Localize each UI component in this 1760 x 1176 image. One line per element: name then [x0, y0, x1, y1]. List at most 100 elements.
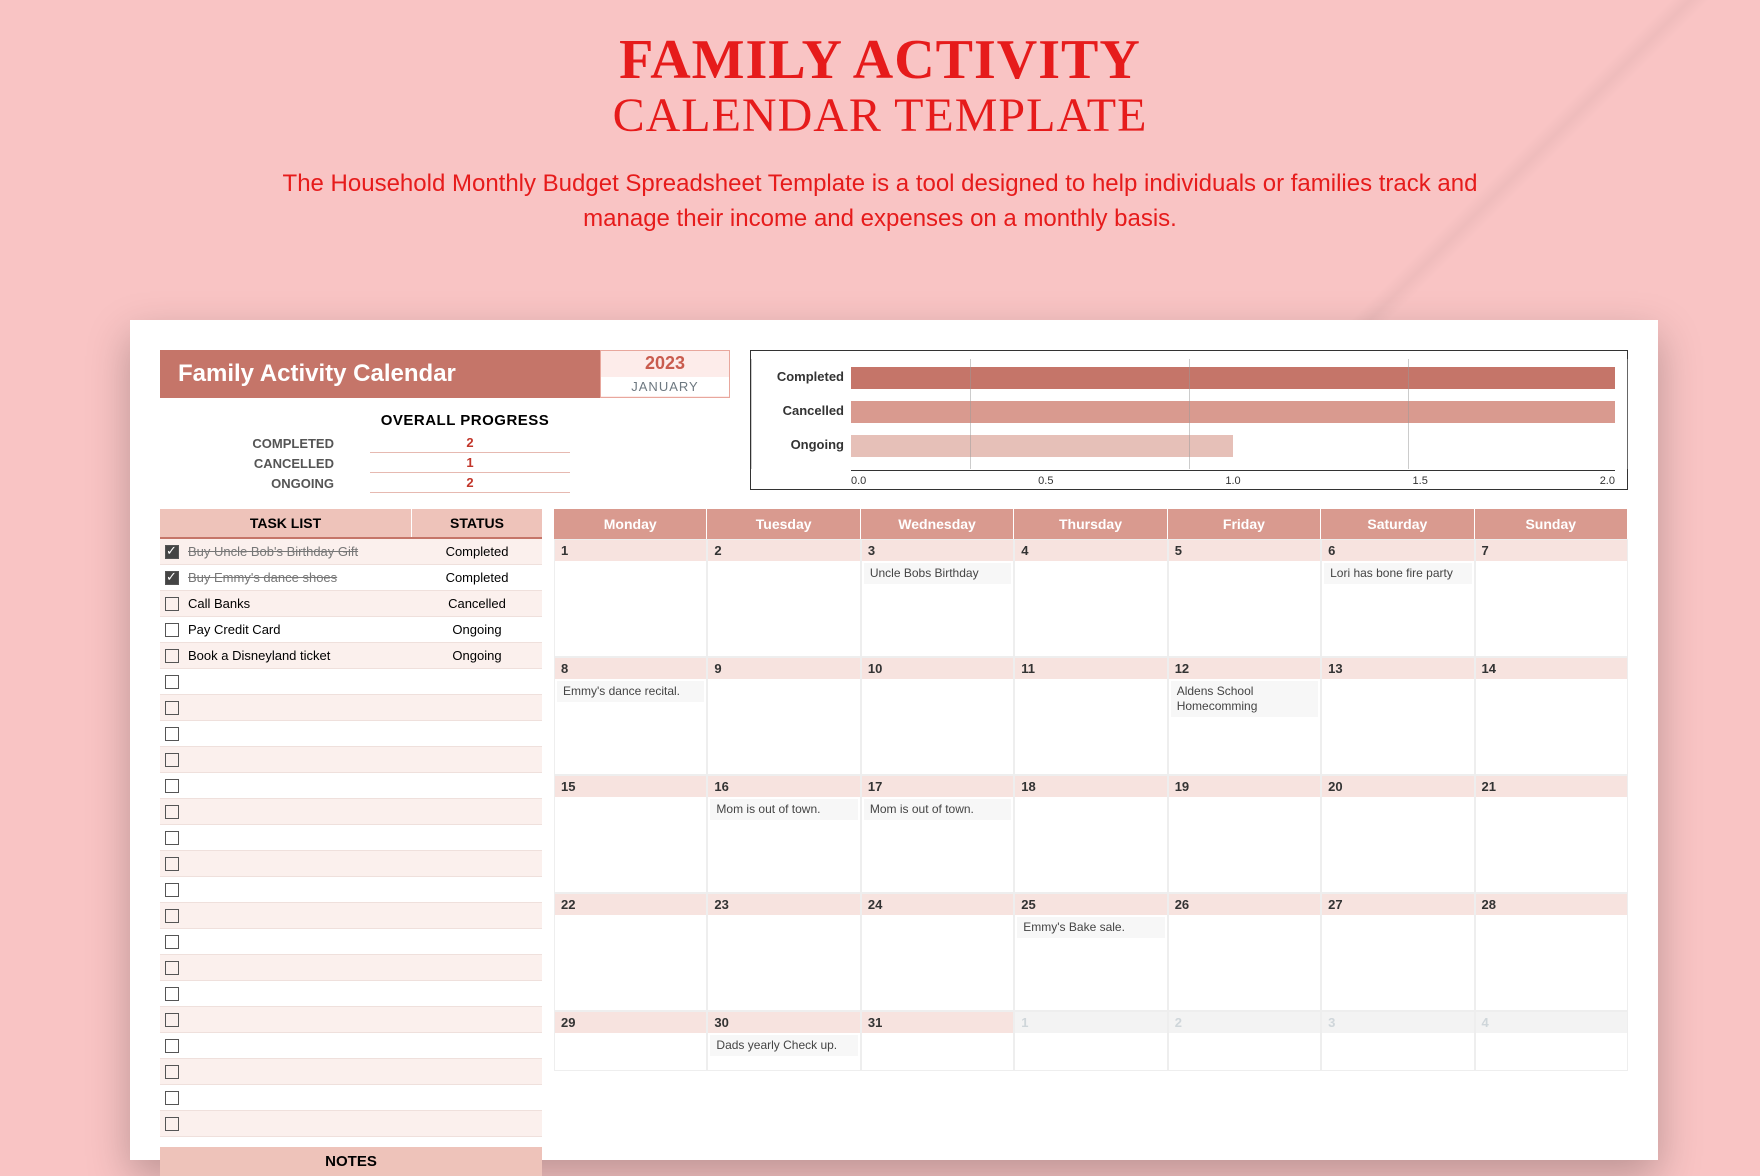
calendar-day[interactable]: 4: [1475, 1011, 1628, 1071]
calendar-day[interactable]: 3Uncle Bobs Birthday: [861, 539, 1014, 657]
task-checkbox[interactable]: [160, 648, 184, 664]
calendar-day[interactable]: 4: [1014, 539, 1167, 657]
task-checkbox[interactable]: [160, 908, 184, 924]
progress-chart: CompletedCancelledOngoing 0.00.51.01.52.…: [750, 350, 1628, 490]
task-checkbox[interactable]: [160, 752, 184, 768]
calendar-day[interactable]: 20: [1321, 775, 1474, 893]
calendar-event: Mom is out of town.: [864, 799, 1011, 820]
calendar-event: Mom is out of town.: [710, 799, 857, 820]
task-checkbox[interactable]: [160, 622, 184, 638]
day-number: 7: [1476, 540, 1627, 561]
day-number: 10: [862, 658, 1013, 679]
task-checkbox[interactable]: [160, 778, 184, 794]
calendar-day[interactable]: 11: [1014, 657, 1167, 775]
calendar-day[interactable]: 27: [1321, 893, 1474, 1011]
task-text: Book a Disneyland ticket: [184, 648, 412, 663]
calendar-day-header: Sunday: [1475, 509, 1628, 539]
task-checkbox[interactable]: [160, 934, 184, 950]
task-checkbox[interactable]: [160, 882, 184, 898]
task-row: Buy Emmy's dance shoesCompleted: [160, 565, 542, 591]
calendar-day[interactable]: 9: [707, 657, 860, 775]
calendar-week: 8Emmy's dance recital.9101112Aldens Scho…: [554, 657, 1628, 775]
chart-bar: [851, 435, 1233, 457]
calendar-day[interactable]: 18: [1014, 775, 1167, 893]
calendar-day[interactable]: 24: [861, 893, 1014, 1011]
task-checkbox[interactable]: [160, 1012, 184, 1028]
chart-gridline: [1408, 359, 1409, 469]
chart-bar-label: Completed: [759, 369, 844, 384]
task-row-empty: [160, 929, 542, 955]
chart-x-axis: [851, 470, 1615, 471]
calendar-day-header: Wednesday: [861, 509, 1014, 539]
calendar-day[interactable]: 17Mom is out of town.: [861, 775, 1014, 893]
calendar-week: 1516Mom is out of town.17Mom is out of t…: [554, 775, 1628, 893]
calendar-day[interactable]: 25Emmy's Bake sale.: [1014, 893, 1167, 1011]
overall-progress: OVERALL PROGRESS COMPLETED2CANCELLED1ONG…: [160, 412, 730, 493]
calendar-day[interactable]: 2: [707, 539, 860, 657]
calendar-day[interactable]: 14: [1475, 657, 1628, 775]
task-checkbox[interactable]: [160, 674, 184, 690]
calendar-day[interactable]: 23: [707, 893, 860, 1011]
calendar-day[interactable]: 2: [1168, 1011, 1321, 1071]
day-number: 6: [1322, 540, 1473, 561]
chart-bar-row: Ongoing: [851, 431, 1615, 461]
day-number: 1: [1015, 1012, 1166, 1033]
day-number: 17: [862, 776, 1013, 797]
notes-heading: NOTES: [160, 1147, 542, 1176]
calendar-week: 2930Dads yearly Check up.311234: [554, 1011, 1628, 1071]
calendar-day[interactable]: 1: [1014, 1011, 1167, 1071]
calendar-day[interactable]: 10: [861, 657, 1014, 775]
task-checkbox[interactable]: [160, 1064, 184, 1080]
task-row: Buy Uncle Bob's Birthday GiftCompleted: [160, 539, 542, 565]
calendar-event: Lori has bone fire party: [1324, 563, 1471, 584]
task-text: Buy Uncle Bob's Birthday Gift: [184, 544, 412, 559]
calendar-day[interactable]: 29: [554, 1011, 707, 1071]
calendar-day[interactable]: 12Aldens School Homecomming: [1168, 657, 1321, 775]
calendar-day[interactable]: 31: [861, 1011, 1014, 1071]
task-checkbox[interactable]: [160, 986, 184, 1002]
task-header-tasklist: TASK LIST: [160, 509, 412, 537]
calendar-day[interactable]: 30Dads yearly Check up.: [707, 1011, 860, 1071]
day-number: 29: [555, 1012, 706, 1033]
calendar-day[interactable]: 22: [554, 893, 707, 1011]
calendar-day[interactable]: 3: [1321, 1011, 1474, 1071]
task-checkbox[interactable]: [160, 804, 184, 820]
calendar-event: Emmy's Bake sale.: [1017, 917, 1164, 938]
calendar-day[interactable]: 6Lori has bone fire party: [1321, 539, 1474, 657]
day-number: 31: [862, 1012, 1013, 1033]
task-checkbox[interactable]: [160, 1116, 184, 1132]
day-number: 21: [1476, 776, 1627, 797]
calendar-day[interactable]: 19: [1168, 775, 1321, 893]
day-number: 9: [708, 658, 859, 679]
calendar-day-header: Monday: [554, 509, 707, 539]
task-checkbox[interactable]: [160, 726, 184, 742]
task-header-status: STATUS: [412, 509, 542, 537]
calendar-day[interactable]: 7: [1475, 539, 1628, 657]
chart-bar: [851, 401, 1615, 423]
calendar-day[interactable]: 28: [1475, 893, 1628, 1011]
task-checkbox[interactable]: [160, 570, 184, 586]
calendar-day[interactable]: 1: [554, 539, 707, 657]
chart-tick: 2.0: [1600, 475, 1615, 487]
calendar-week: 123Uncle Bobs Birthday456Lori has bone f…: [554, 539, 1628, 657]
task-checkbox[interactable]: [160, 544, 184, 560]
calendar-day[interactable]: 26: [1168, 893, 1321, 1011]
calendar-day[interactable]: 8Emmy's dance recital.: [554, 657, 707, 775]
calendar-day[interactable]: 5: [1168, 539, 1321, 657]
calendar-day[interactable]: 16Mom is out of town.: [707, 775, 860, 893]
calendar-day[interactable]: 21: [1475, 775, 1628, 893]
calendar-day[interactable]: 15: [554, 775, 707, 893]
day-number: 1: [555, 540, 706, 561]
chart-bar-row: Completed: [851, 363, 1615, 393]
task-checkbox[interactable]: [160, 596, 184, 612]
calendar-day[interactable]: 13: [1321, 657, 1474, 775]
task-checkbox[interactable]: [160, 830, 184, 846]
task-checkbox[interactable]: [160, 700, 184, 716]
task-checkbox[interactable]: [160, 1090, 184, 1106]
task-checkbox[interactable]: [160, 1038, 184, 1054]
calendar-day-header: Thursday: [1014, 509, 1167, 539]
task-checkbox[interactable]: [160, 856, 184, 872]
calendar-header-row: MondayTuesdayWednesdayThursdayFridaySatu…: [554, 509, 1628, 539]
calendar-grid: MondayTuesdayWednesdayThursdayFridaySatu…: [554, 509, 1628, 1071]
task-checkbox[interactable]: [160, 960, 184, 976]
